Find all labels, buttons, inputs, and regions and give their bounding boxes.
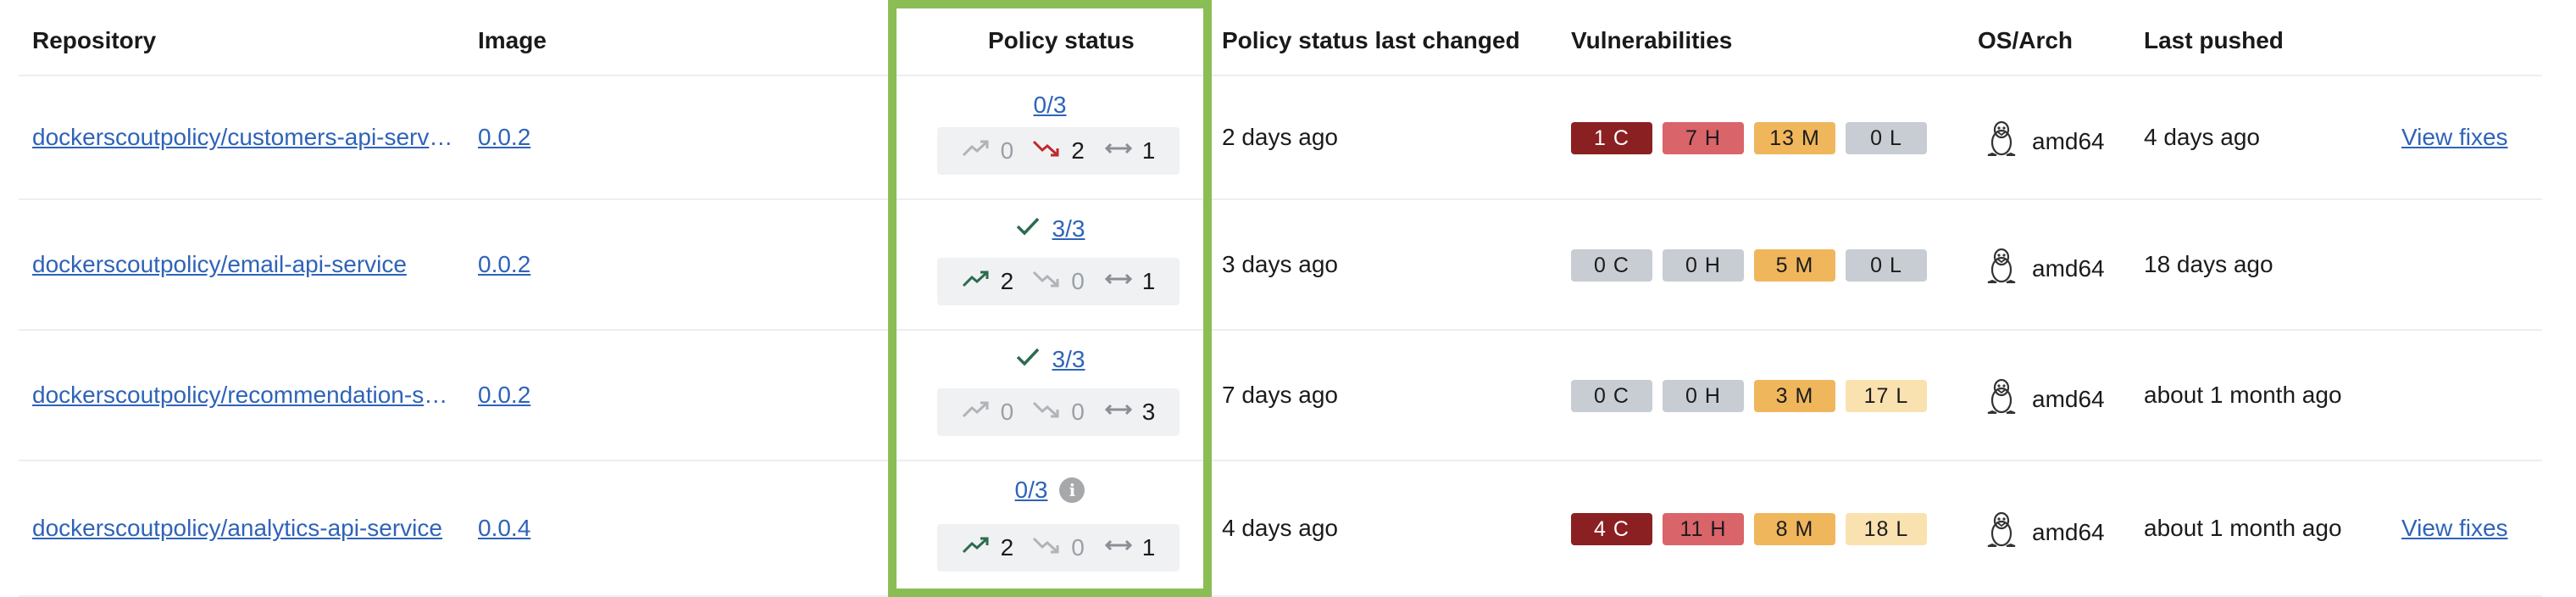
last-pushed: 4 days ago: [2144, 124, 2260, 150]
table-row[interactable]: dockerscoutpolicy/analytics-api-service …: [19, 461, 2542, 597]
policy-status-changed: 4 days ago: [1222, 515, 1338, 541]
repository-link[interactable]: dockerscoutpolicy/customers-api-service: [32, 124, 456, 151]
policy-status-changed: 3 days ago: [1222, 251, 1338, 277]
medium-count-badge: 8 M: [1754, 513, 1835, 545]
repository-link[interactable]: dockerscoutpolicy/email-api-service: [32, 251, 456, 278]
os-arch: amd64: [1985, 511, 2105, 554]
os-arch: amd64: [1985, 247, 2105, 290]
medium-count-badge: 3 M: [1754, 380, 1835, 412]
header-policy-status-last-changed[interactable]: Policy status last changed: [1222, 27, 1520, 54]
last-pushed: 18 days ago: [2144, 251, 2273, 277]
critical-count-badge: 0 C: [1571, 249, 1652, 282]
last-pushed: about 1 month ago: [2144, 382, 2342, 408]
vulnerability-badges: 0 C 0 H 3 M 17 L: [1571, 380, 1927, 412]
vulnerability-badges: 0 C 0 H 5 M 0 L: [1571, 249, 1927, 282]
policy-status-changed: 7 days ago: [1222, 382, 1338, 408]
policy-status-changed: 2 days ago: [1222, 124, 1338, 150]
header-repository[interactable]: Repository: [32, 27, 156, 54]
critical-count-badge: 0 C: [1571, 380, 1652, 412]
table-row[interactable]: dockerscoutpolicy/customers-api-service …: [19, 76, 2542, 200]
os-arch: amd64: [1985, 377, 2105, 421]
view-fixes-link[interactable]: View fixes: [2401, 124, 2508, 151]
linux-icon: [1985, 511, 2018, 554]
image-tag-link[interactable]: 0.0.2: [478, 251, 530, 278]
view-fixes-link[interactable]: View fixes: [2401, 515, 2508, 542]
vulnerability-badges: 4 C 11 H 8 M 18 L: [1571, 513, 1927, 545]
medium-count-badge: 13 M: [1754, 122, 1835, 154]
image-tag-link[interactable]: 0.0.2: [478, 124, 530, 151]
arch-label: amd64: [2032, 385, 2105, 412]
medium-count-badge: 5 M: [1754, 249, 1835, 282]
vulnerability-badges: 1 C 7 H 13 M 0 L: [1571, 122, 1927, 154]
high-count-badge: 11 H: [1663, 513, 1744, 545]
header-image[interactable]: Image: [478, 27, 547, 54]
low-count-badge: 17 L: [1846, 380, 1927, 412]
low-count-badge: 18 L: [1846, 513, 1927, 545]
os-arch: amd64: [1985, 120, 2105, 163]
linux-icon: [1985, 120, 2018, 163]
repository-link[interactable]: dockerscoutpolicy/recommendation-service: [32, 382, 456, 409]
table-row[interactable]: dockerscoutpolicy/recommendation-service…: [19, 331, 2542, 461]
critical-count-badge: 4 C: [1571, 513, 1652, 545]
header-os-arch[interactable]: OS/Arch: [1978, 27, 2073, 54]
last-pushed: about 1 month ago: [2144, 515, 2342, 541]
linux-icon: [1985, 247, 2018, 290]
header-last-pushed[interactable]: Last pushed: [2144, 27, 2284, 54]
high-count-badge: 0 H: [1663, 249, 1744, 282]
arch-label: amd64: [2032, 127, 2105, 154]
image-tag-link[interactable]: 0.0.2: [478, 382, 530, 409]
table-header: Repository Image Policy status Policy st…: [19, 0, 2542, 76]
image-tag-link[interactable]: 0.0.4: [478, 515, 530, 542]
critical-count-badge: 1 C: [1571, 122, 1652, 154]
policy-status-highlight: [888, 0, 1212, 597]
arch-label: amd64: [2032, 518, 2105, 545]
low-count-badge: 0 L: [1846, 249, 1927, 282]
arch-label: amd64: [2032, 254, 2105, 282]
linux-icon: [1985, 377, 2018, 421]
header-vulnerabilities[interactable]: Vulnerabilities: [1571, 27, 1732, 54]
repository-link[interactable]: dockerscoutpolicy/analytics-api-service: [32, 515, 456, 542]
high-count-badge: 0 H: [1663, 380, 1744, 412]
high-count-badge: 7 H: [1663, 122, 1744, 154]
low-count-badge: 0 L: [1846, 122, 1927, 154]
table-row[interactable]: dockerscoutpolicy/email-api-service 0.0.…: [19, 200, 2542, 331]
